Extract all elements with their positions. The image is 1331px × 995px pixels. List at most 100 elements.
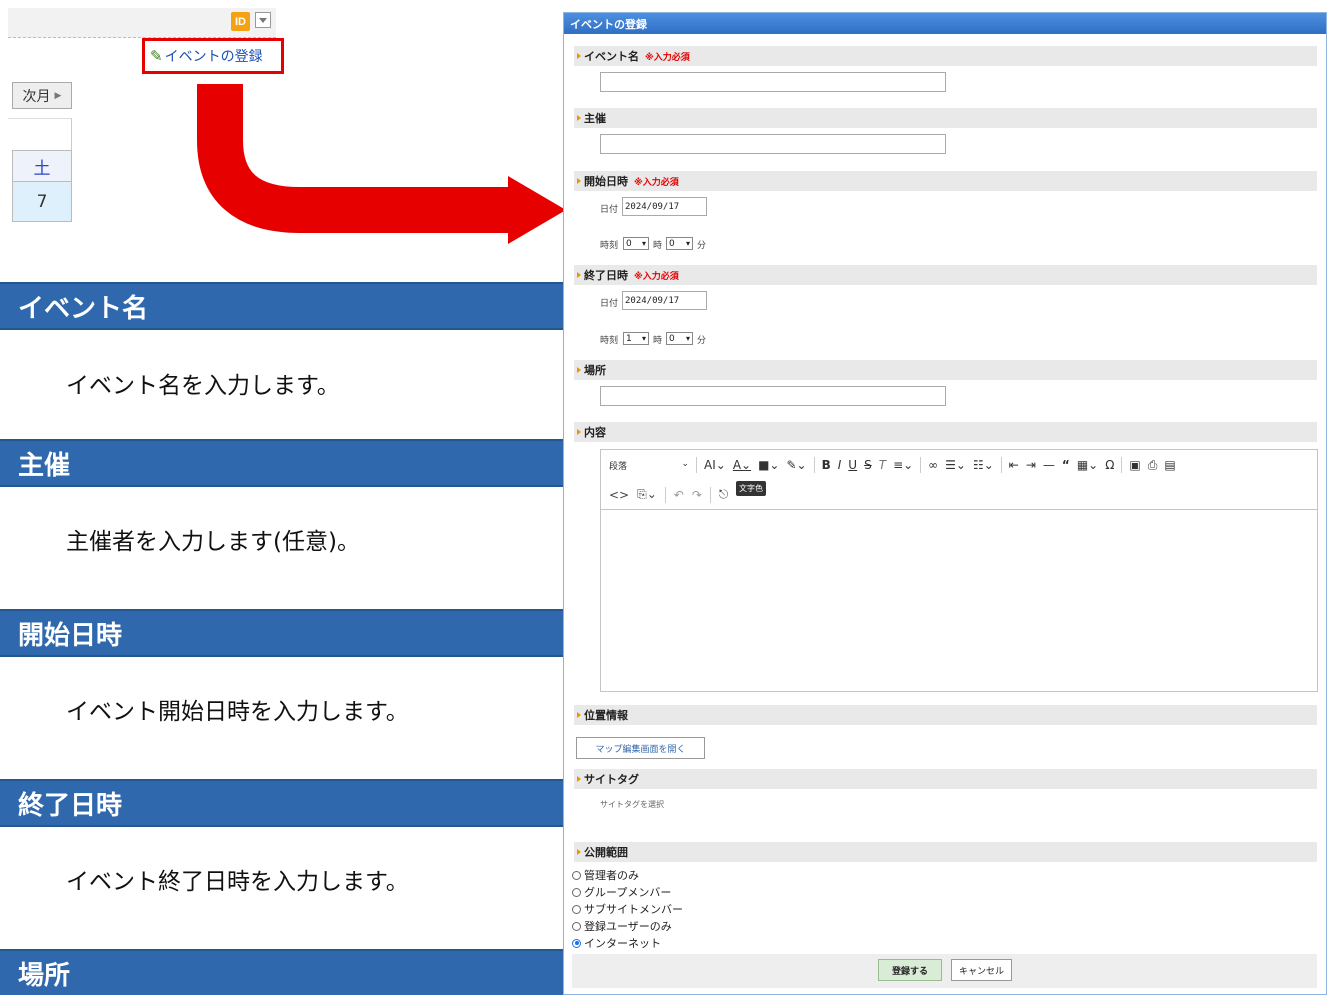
chevron-down-icon: ⌄	[681, 458, 689, 469]
event-registration-form: イベントの登録 イベント名 ※入力必須 主催 開始日時 ※入力必須 日付 202…	[563, 12, 1327, 995]
form-title: イベントの登録	[564, 13, 1326, 34]
start-date-input[interactable]: 2024/09/17	[622, 197, 707, 216]
scope-option-internet[interactable]: インターネット	[572, 935, 661, 951]
underline-icon[interactable]: U	[848, 458, 857, 472]
font-color-icon[interactable]: A⌄	[733, 458, 751, 472]
toolbar-separator	[664, 486, 666, 503]
start-minute-select[interactable]: 0 ▾	[666, 237, 693, 250]
required-mark: ※入力必須	[645, 52, 690, 63]
open-map-editor-button[interactable]: マップ編集画面を開く	[576, 737, 705, 759]
next-month-button[interactable]: 次月 ▶	[12, 82, 72, 109]
pencil-icon: ✎	[150, 47, 163, 65]
clear-format-icon[interactable]: T	[879, 458, 886, 472]
font-size-icon[interactable]: AI⌄	[704, 458, 726, 472]
event-name-input[interactable]	[600, 72, 946, 92]
organizer-input[interactable]	[600, 134, 946, 154]
field-head-location: 位置情報	[574, 705, 1317, 725]
field-label-scope: 公開範囲	[584, 846, 628, 859]
outdent-icon[interactable]: ⇤	[1009, 458, 1019, 472]
undo-icon[interactable]: ↶	[674, 488, 684, 502]
chevron-down-icon: ▾	[685, 334, 690, 343]
scope-option-admin[interactable]: 管理者のみ	[572, 867, 639, 883]
end-time-label: 時刻	[600, 336, 619, 346]
dropdown-menu-icon[interactable]	[255, 12, 271, 28]
section-header-organizer: 主催	[0, 439, 563, 487]
radio-button[interactable]	[572, 887, 581, 897]
table-icon[interactable]: ▦⌄	[1077, 458, 1098, 472]
next-month-label: 次月	[22, 87, 51, 104]
scope-option-label: 管理者のみ	[584, 869, 639, 882]
chevron-down-icon: ▾	[641, 239, 646, 248]
media-embed-icon[interactable]: ▣	[1129, 458, 1140, 472]
scope-option-group[interactable]: グループメンバー	[572, 884, 671, 900]
indent-icon[interactable]: ⇥	[1026, 458, 1036, 472]
section-desc-organizer: 主催者を入力します(任意)。	[66, 529, 360, 555]
register-event-link[interactable]: ✎ イベントの登録	[142, 38, 284, 74]
cancel-button[interactable]: キャンセル	[951, 959, 1012, 981]
bulleted-list-icon[interactable]: ☰⌄	[945, 458, 966, 472]
required-mark: ※入力必須	[634, 177, 679, 188]
strikethrough-icon[interactable]: S	[864, 458, 872, 472]
field-label-location: 位置情報	[584, 709, 628, 722]
field-head-organizer: 主催	[574, 108, 1317, 128]
italic-icon[interactable]: I	[838, 458, 842, 472]
background-color-icon[interactable]: ■⌄	[758, 458, 779, 472]
arrow-head	[508, 176, 566, 244]
numbered-list-icon[interactable]: ☷⌄	[973, 458, 994, 472]
radio-button-selected[interactable]	[572, 938, 581, 948]
field-head-place: 場所	[574, 360, 1317, 380]
section-desc-event-name: イベント名を入力します。	[66, 373, 340, 399]
place-input[interactable]	[600, 386, 946, 406]
special-char-icon[interactable]: Ω	[1105, 458, 1114, 472]
toolbar-separator	[709, 486, 711, 503]
end-hour-value: 1	[626, 333, 632, 344]
redo-icon[interactable]: ↷	[692, 488, 702, 502]
file-icon[interactable]: ▤	[1164, 458, 1175, 472]
field-head-content: 内容	[574, 422, 1317, 442]
submit-button[interactable]: 登録する	[878, 959, 942, 981]
template-icon[interactable]: ⎘⌄	[637, 487, 657, 502]
field-label-site-tag: サイトタグ	[584, 773, 639, 786]
horizontal-line-icon[interactable]: —	[1043, 458, 1055, 472]
section-header-start: 開始日時	[0, 609, 563, 657]
radio-button[interactable]	[572, 904, 581, 914]
highlight-icon[interactable]: ✎⌄	[786, 458, 806, 472]
toolbar-separator	[696, 457, 697, 473]
paragraph-style-select[interactable]: 段落 ⌄	[609, 459, 689, 472]
radio-button[interactable]	[572, 921, 581, 931]
link-icon[interactable]: ∞	[928, 458, 938, 472]
source-code-icon[interactable]: <>	[609, 488, 629, 502]
site-tag-select-link[interactable]: サイトタグを選択	[600, 799, 664, 810]
text-color-icon[interactable]: ⎋	[719, 487, 729, 502]
paragraph-style-label: 段落	[609, 461, 628, 472]
arrow-shaft	[197, 84, 510, 233]
scope-option-label: 登録ユーザーのみ	[584, 920, 672, 933]
editor-toolbar-row1: 段落 ⌄ AI⌄ A⌄ ■⌄ ✎⌄ B I U S T ≡⌄ ∞ ☰⌄ ☷⌄ ⇤ …	[601, 450, 1317, 480]
id-icon[interactable]: ID	[231, 12, 250, 31]
start-hour-select[interactable]: 0 ▾	[623, 237, 649, 250]
end-hour-select[interactable]: 1 ▾	[623, 332, 649, 345]
field-label-event-name: イベント名	[584, 50, 639, 63]
bold-icon[interactable]: B	[822, 458, 831, 472]
rich-text-editor[interactable]: 段落 ⌄ AI⌄ A⌄ ■⌄ ✎⌄ B I U S T ≡⌄ ∞ ☰⌄ ☷⌄ ⇤ …	[600, 449, 1318, 692]
field-head-event-name: イベント名 ※入力必須	[574, 46, 1317, 66]
align-icon[interactable]: ≡⌄	[893, 458, 913, 472]
field-label-organizer: 主催	[584, 112, 606, 125]
image-icon[interactable]: ⎙	[1148, 458, 1158, 473]
required-mark: ※入力必須	[634, 271, 679, 282]
scope-option-label: グループメンバー	[584, 886, 672, 899]
scope-option-registered[interactable]: 登録ユーザーのみ	[572, 918, 672, 934]
end-date-input[interactable]: 2024/09/17	[622, 291, 707, 310]
blockquote-icon[interactable]: “	[1062, 458, 1070, 472]
section-desc-start: イベント開始日時を入力します。	[66, 699, 409, 725]
tooltip-text-color: 文字色	[736, 481, 766, 496]
triangle-right-icon: ▶	[54, 90, 62, 100]
end-date-label: 日付	[600, 299, 619, 309]
field-head-scope: 公開範囲	[574, 842, 1317, 862]
toolbar-separator	[813, 457, 815, 473]
section-header-place: 場所	[0, 949, 563, 995]
calendar-day-cell[interactable]: 7	[12, 182, 72, 222]
radio-button[interactable]	[572, 870, 581, 880]
scope-option-subsite[interactable]: サブサイトメンバー	[572, 901, 683, 917]
end-minute-select[interactable]: 0 ▾	[666, 332, 693, 345]
